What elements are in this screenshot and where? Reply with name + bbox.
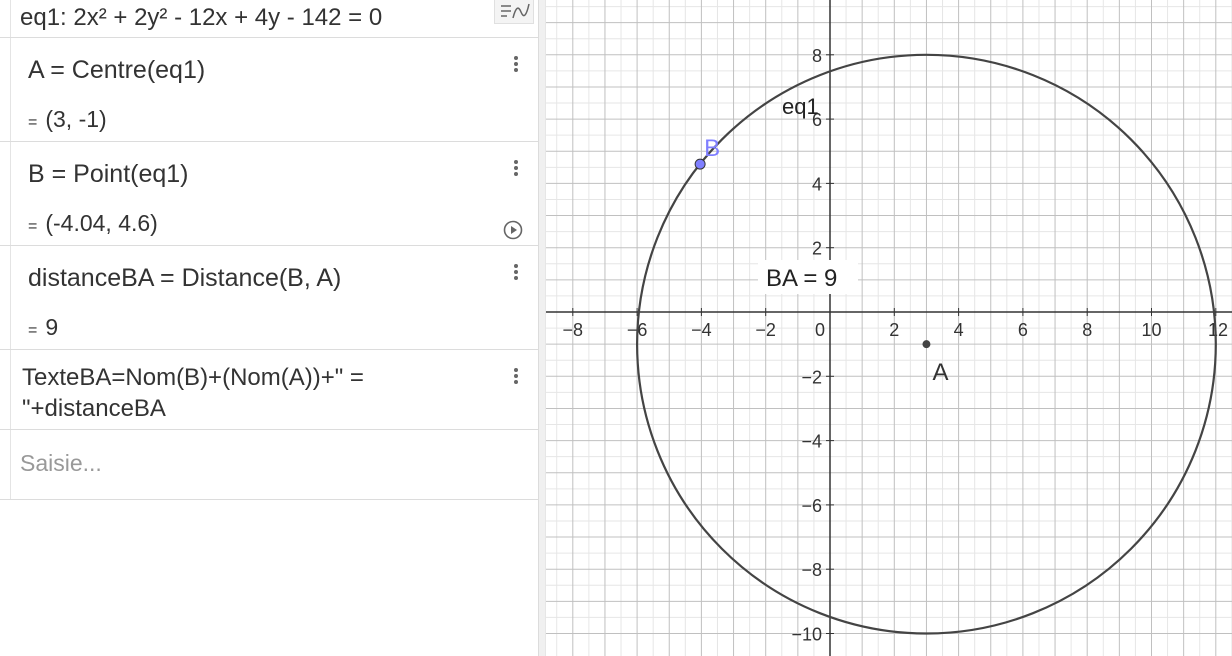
- row-marble-gutter[interactable]: [0, 142, 11, 245]
- view-splitter[interactable]: [538, 0, 546, 656]
- x-tick-label: 10: [1141, 320, 1161, 340]
- algebra-row-eq1[interactable]: eq1: 2x² + 2y² - 12x + 4y - 142 = 0: [0, 0, 538, 38]
- definition-a[interactable]: A = Centre(eq1): [28, 56, 205, 85]
- x-tick-label: 0: [815, 320, 825, 340]
- x-tick-label: −2: [755, 320, 776, 340]
- definition-b[interactable]: B = Point(eq1): [28, 160, 189, 189]
- conic-label-eq1[interactable]: eq1: [782, 94, 819, 119]
- algebra-view: eq1: 2x² + 2y² - 12x + 4y - 142 = 0 A = …: [0, 0, 538, 656]
- y-tick-label: 4: [812, 174, 822, 194]
- algebra-input-placeholder[interactable]: Saisie...: [20, 450, 102, 477]
- row-marble-gutter: [0, 430, 11, 499]
- definition-texteba-line1[interactable]: TexteBA=Nom(B)+(Nom(A))+" =: [22, 364, 364, 392]
- x-tick-label: 8: [1082, 320, 1092, 340]
- graphics-view[interactable]: −8 −6 −4 −2 0 2 4 6 8 10 12 8 6 4 2 −2 −4 −6 −8 −10 eq1 BA …: [546, 0, 1232, 656]
- graph-style-icon: [501, 3, 530, 19]
- algebra-row-texteba[interactable]: TexteBA=Nom(B)+(Nom(A))+" = "+distanceBA: [0, 350, 538, 430]
- value-b: = (-4.04, 4.6): [28, 210, 158, 237]
- algebra-row-distanceba[interactable]: distanceBA = Distance(B, A) = 9: [0, 246, 538, 350]
- algebra-row-b[interactable]: B = Point(eq1) = (-4.04, 4.6): [0, 142, 538, 246]
- value-prefix: =: [28, 322, 38, 339]
- x-tick-label: −8: [563, 320, 584, 340]
- point-a[interactable]: [922, 340, 931, 349]
- point-b-label[interactable]: B: [704, 135, 720, 162]
- row-menu-button-texteba[interactable]: [512, 366, 520, 388]
- play-icon: [503, 220, 523, 240]
- row-marble-gutter[interactable]: [0, 350, 11, 429]
- value-a-text: (3, -1): [45, 106, 107, 132]
- x-tick-label: 4: [954, 320, 964, 340]
- graphics-style-bar-toggle[interactable]: [494, 0, 534, 24]
- value-b-text: (-4.04, 4.6): [45, 210, 158, 236]
- play-animation-button[interactable]: [503, 220, 523, 240]
- y-tick-label: −6: [801, 496, 822, 516]
- y-tick-label: −10: [791, 625, 822, 645]
- definition-distanceba[interactable]: distanceBA = Distance(B, A): [28, 264, 341, 293]
- x-tick-label: −4: [691, 320, 712, 340]
- row-marble-gutter[interactable]: [0, 246, 11, 349]
- x-tick-label: 6: [1018, 320, 1028, 340]
- row-marble-gutter[interactable]: [0, 38, 11, 141]
- value-prefix: =: [28, 218, 38, 235]
- graphics-canvas[interactable]: −8 −6 −4 −2 0 2 4 6 8 10 128642−2−4−6−8−10 eq1 BA …: [546, 0, 1232, 656]
- definition-texteba-line2[interactable]: "+distanceBA: [22, 395, 166, 423]
- y-tick-label: −4: [801, 432, 822, 452]
- row-marble-gutter[interactable]: [0, 0, 11, 37]
- y-tick-label: 8: [812, 46, 822, 66]
- value-a: = (3, -1): [28, 106, 107, 133]
- y-tick-label: 2: [812, 239, 822, 259]
- algebra-row-a[interactable]: A = Centre(eq1) = (3, -1): [0, 38, 538, 142]
- point-a-label[interactable]: A: [932, 359, 948, 386]
- row-menu-button-distanceba[interactable]: [512, 262, 520, 284]
- y-tick-label: −2: [801, 367, 822, 387]
- row-menu-button-b[interactable]: [512, 158, 520, 180]
- x-tick-label: 2: [889, 320, 899, 340]
- definition-eq1[interactable]: eq1: 2x² + 2y² - 12x + 4y - 142 = 0: [20, 4, 382, 32]
- value-distanceba: = 9: [28, 314, 58, 341]
- value-prefix: =: [28, 114, 38, 131]
- value-distanceba-text: 9: [45, 314, 59, 340]
- row-menu-button-a[interactable]: [512, 54, 520, 76]
- text-ba[interactable]: BA = 9: [766, 265, 837, 292]
- x-tick-label: 12: [1208, 320, 1228, 340]
- y-tick-label: −8: [801, 560, 822, 580]
